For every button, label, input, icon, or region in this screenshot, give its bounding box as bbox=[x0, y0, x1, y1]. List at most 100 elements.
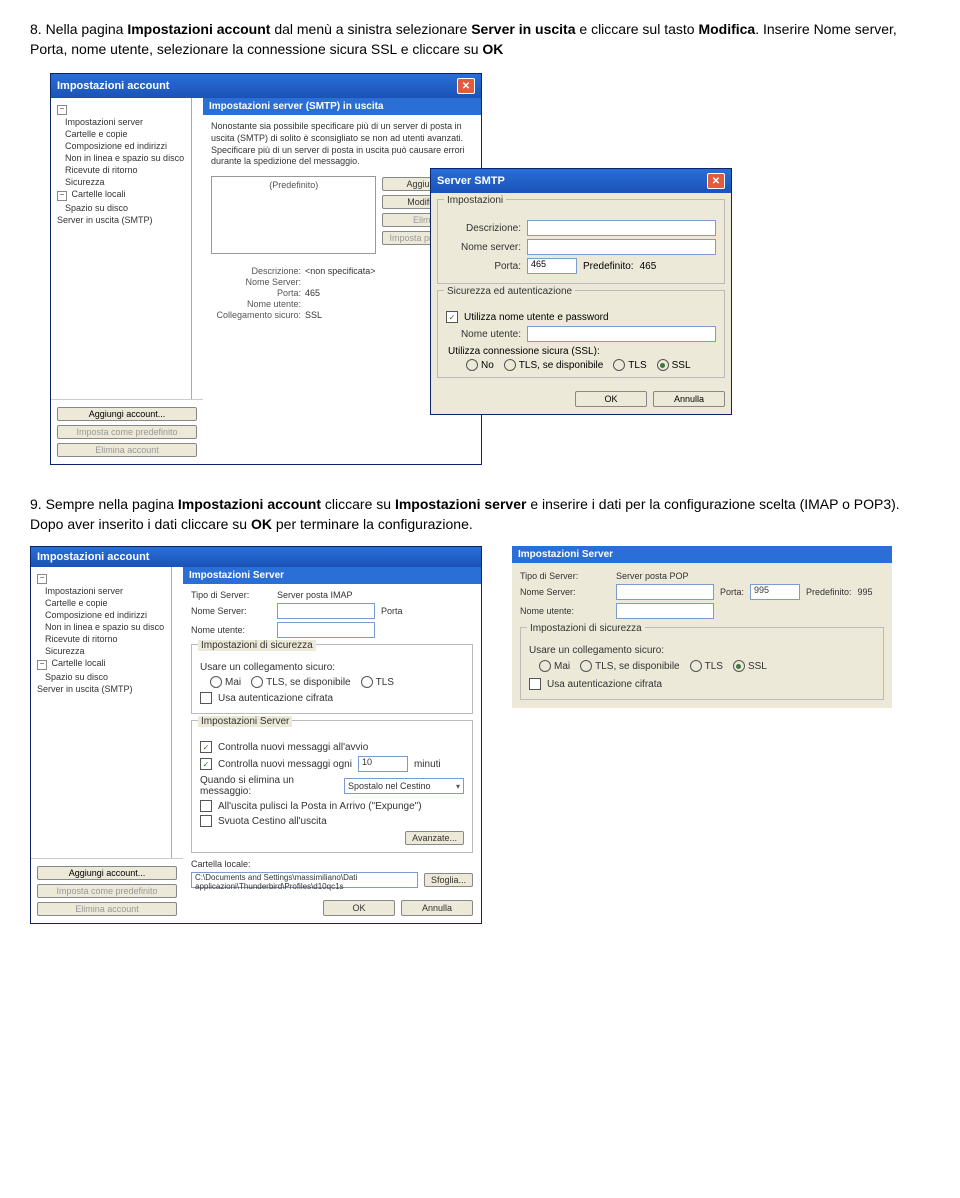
sidebar-item-composition[interactable]: Composizione ed indirizzi bbox=[31, 609, 171, 621]
step8-screenshots: Impostazioni account ✕ − Impostazioni se… bbox=[50, 73, 930, 465]
ok-button[interactable]: OK bbox=[575, 391, 647, 407]
step9-text: 9. Sempre nella pagina Impostazioni acco… bbox=[30, 495, 930, 534]
sidebar-item-composition[interactable]: Composizione ed indirizzi bbox=[51, 140, 191, 152]
set-default-button[interactable]: Imposta come predefinito bbox=[37, 884, 177, 898]
radio-ssl[interactable] bbox=[657, 359, 669, 371]
radio-tls-avail[interactable] bbox=[504, 359, 516, 371]
smtp-settings-group: Impostazioni Descrizione: Nome server: P… bbox=[437, 199, 725, 284]
smtp-port-input[interactable]: 465 bbox=[527, 258, 577, 274]
sidebar-item-offline[interactable]: Non in linea e spazio su disco bbox=[31, 621, 171, 633]
radio-no[interactable] bbox=[466, 359, 478, 371]
imap-username-input[interactable] bbox=[277, 622, 375, 638]
cifrata-checkbox[interactable] bbox=[200, 692, 212, 704]
cancel-button[interactable]: Annulla bbox=[401, 900, 473, 916]
radio-tls-avail[interactable] bbox=[251, 676, 263, 688]
step9-screenshots: Impostazioni account − Impostazioni serv… bbox=[30, 546, 930, 924]
use-auth-checkbox[interactable]: ✓ bbox=[446, 311, 458, 323]
collapse-icon[interactable]: − bbox=[57, 105, 67, 115]
account-tree: − Impostazioni server Cartelle e copie C… bbox=[51, 98, 192, 399]
sidebar-item-local-folders[interactable]: − Cartelle locali bbox=[51, 188, 191, 202]
tree-root[interactable]: − bbox=[51, 102, 191, 116]
smtp-username-input[interactable] bbox=[527, 326, 716, 342]
cifrata-checkbox[interactable] bbox=[529, 678, 541, 690]
radio-tls[interactable] bbox=[613, 359, 625, 371]
advanced-button[interactable]: Avanzate... bbox=[405, 831, 464, 845]
pop-panel-fragment: Impostazioni Server Tipo di Server:Serve… bbox=[512, 546, 892, 708]
add-account-button[interactable]: Aggiungi account... bbox=[57, 407, 197, 421]
smtp-description-input[interactable] bbox=[527, 220, 716, 236]
sidebar-item-receipts[interactable]: Ricevute di ritorno bbox=[51, 164, 191, 176]
imap-titlebar: Impostazioni account bbox=[31, 547, 481, 567]
empty-trash-checkbox[interactable] bbox=[200, 815, 212, 827]
account-settings-window: Impostazioni account ✕ − Impostazioni se… bbox=[50, 73, 482, 465]
imap-server-group: Impostazioni Server ✓Controlla nuovi mes… bbox=[191, 720, 473, 853]
radio-mai[interactable] bbox=[210, 676, 222, 688]
check-interval-checkbox[interactable]: ✓ bbox=[200, 758, 212, 770]
imap-settings-window: Impostazioni account − Impostazioni serv… bbox=[30, 546, 482, 924]
pop-security-group: Impostazioni di sicurezza Usare un colle… bbox=[520, 627, 884, 700]
close-icon[interactable]: ✕ bbox=[457, 78, 475, 94]
sidebar-item-smtp[interactable]: Server in uscita (SMTP) bbox=[51, 214, 191, 226]
add-account-button[interactable]: Aggiungi account... bbox=[37, 866, 177, 880]
smtp-servername-input[interactable] bbox=[527, 239, 716, 255]
step8-text: 8. Nella pagina Impostazioni account dal… bbox=[30, 20, 930, 59]
radio-tls-avail[interactable] bbox=[580, 660, 592, 672]
sidebar-item-security[interactable]: Sicurezza bbox=[51, 176, 191, 188]
check-startup-checkbox[interactable]: ✓ bbox=[200, 741, 212, 753]
check-interval-input[interactable]: 10 bbox=[358, 756, 408, 772]
smtp-dialog-titlebar: Server SMTP ✕ bbox=[431, 169, 731, 193]
imap-security-group: Impostazioni di sicurezza Usare un colle… bbox=[191, 644, 473, 714]
sidebar-item-offline[interactable]: Non in linea e spazio su disco bbox=[51, 152, 191, 164]
window-titlebar: Impostazioni account ✕ bbox=[51, 74, 481, 98]
sidebar-item-disk-space[interactable]: Spazio su disco bbox=[31, 671, 171, 683]
tree-root[interactable]: − bbox=[31, 571, 171, 585]
imap-sidebar: − Impostazioni server Cartelle e copie C… bbox=[31, 567, 172, 858]
expunge-checkbox[interactable] bbox=[200, 800, 212, 812]
sidebar-item-server-settings[interactable]: Impostazioni server bbox=[31, 585, 171, 597]
remove-account-button[interactable]: Elimina account bbox=[37, 902, 177, 916]
local-folder-input[interactable]: C:\Documents and Settings\massimiliano\D… bbox=[191, 872, 418, 888]
sidebar-item-security[interactable]: Sicurezza bbox=[31, 645, 171, 657]
pop-port-input[interactable]: 995 bbox=[750, 584, 800, 600]
sidebar-item-receipts[interactable]: Ricevute di ritorno bbox=[31, 633, 171, 645]
smtp-server-list[interactable]: (Predefinito) bbox=[211, 176, 376, 254]
imap-servername-input[interactable] bbox=[277, 603, 375, 619]
cancel-button[interactable]: Annulla bbox=[653, 391, 725, 407]
radio-tls[interactable] bbox=[690, 660, 702, 672]
delete-action-select[interactable]: Spostalo nel Cestino bbox=[344, 778, 464, 794]
radio-tls[interactable] bbox=[361, 676, 373, 688]
imap-sidebar-footer: Aggiungi account... Imposta come predefi… bbox=[31, 858, 183, 923]
window-title: Impostazioni account bbox=[57, 80, 169, 92]
radio-ssl[interactable] bbox=[733, 660, 745, 672]
sidebar-footer: Aggiungi account... Imposta come predefi… bbox=[51, 399, 203, 464]
smtp-dialog-title: Server SMTP bbox=[437, 175, 505, 187]
sidebar-item-disk-space[interactable]: Spazio su disco bbox=[51, 202, 191, 214]
collapse-icon[interactable]: − bbox=[37, 660, 47, 670]
smtp-ssl-radios: No TLS, se disponibile TLS SSL bbox=[466, 359, 716, 371]
browse-button[interactable]: Sfoglia... bbox=[424, 873, 473, 887]
sidebar-item-local-folders[interactable]: − Cartelle locali bbox=[31, 657, 171, 671]
imap-panel-header: Impostazioni Server bbox=[183, 567, 481, 584]
pop-servername-input[interactable] bbox=[616, 584, 714, 600]
sidebar-item-folders[interactable]: Cartelle e copie bbox=[51, 128, 191, 140]
account-sidebar-column: − Impostazioni server Cartelle e copie C… bbox=[51, 98, 203, 464]
step8-num: 8. bbox=[30, 21, 42, 37]
smtp-security-group: Sicurezza ed autenticazione ✓ Utilizza n… bbox=[437, 290, 725, 378]
sidebar-item-server-settings[interactable]: Impostazioni server bbox=[51, 116, 191, 128]
collapse-icon[interactable]: − bbox=[57, 191, 67, 201]
radio-mai[interactable] bbox=[539, 660, 551, 672]
step9-num: 9. bbox=[30, 496, 42, 512]
remove-account-button[interactable]: Elimina account bbox=[57, 443, 197, 457]
set-default-button[interactable]: Imposta come predefinito bbox=[57, 425, 197, 439]
smtp-description: Nonostante sia possibile specificare più… bbox=[211, 121, 473, 168]
sidebar-item-folders[interactable]: Cartelle e copie bbox=[31, 597, 171, 609]
imap-sidebar-col: − Impostazioni server Cartelle e copie C… bbox=[31, 567, 183, 923]
smtp-dialog-footer: OK Annulla bbox=[431, 384, 731, 414]
close-icon[interactable]: ✕ bbox=[707, 173, 725, 189]
pop-panel-header: Impostazioni Server bbox=[512, 546, 892, 563]
sidebar-item-smtp[interactable]: Server in uscita (SMTP) bbox=[31, 683, 171, 695]
ok-button[interactable]: OK bbox=[323, 900, 395, 916]
pop-username-input[interactable] bbox=[616, 603, 714, 619]
imap-panel: Impostazioni Server Tipo di Server:Serve… bbox=[183, 567, 481, 923]
collapse-icon[interactable]: − bbox=[37, 574, 47, 584]
